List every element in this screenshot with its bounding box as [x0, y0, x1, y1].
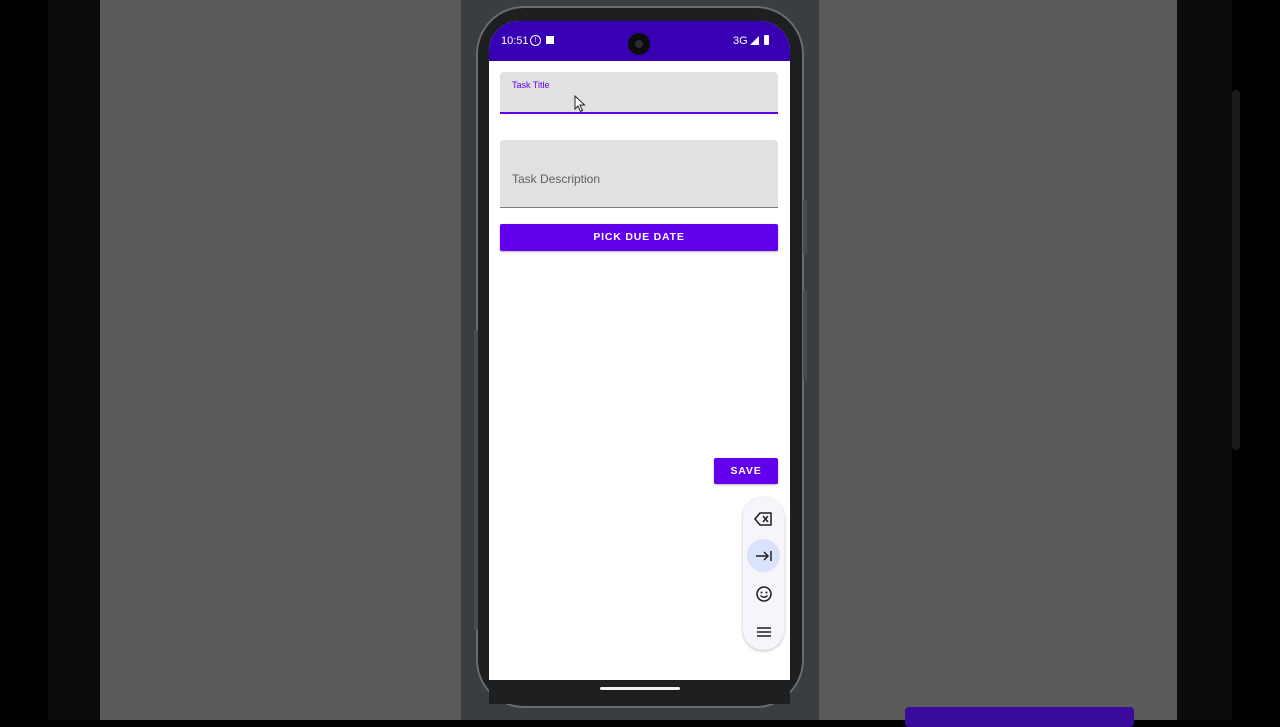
- background-left-strip: [48, 0, 100, 720]
- phone-left-edge: [474, 330, 478, 630]
- task-title-input[interactable]: Task Title: [500, 72, 778, 114]
- background-left-panel: [100, 0, 461, 720]
- save-button[interactable]: SAVE: [714, 458, 778, 484]
- task-description-placeholder: Task Description: [512, 172, 601, 186]
- background-right-strip: [1177, 0, 1232, 720]
- app-screen: 10:51 ! 3G Task Title Task Description P…: [489, 21, 790, 680]
- background-right-panel: [819, 0, 1177, 720]
- power-button: [803, 290, 807, 380]
- status-time: 10:51: [501, 35, 529, 47]
- status-bar: 10:51 ! 3G: [489, 21, 790, 61]
- pick-due-date-button[interactable]: PICK DUE DATE: [500, 224, 778, 251]
- background-scroll-strip: [1232, 90, 1240, 450]
- background-purple-bar: [905, 707, 1134, 727]
- navigation-bar: [489, 680, 790, 704]
- menu-icon[interactable]: [747, 615, 780, 648]
- camera-cutout: [628, 33, 650, 55]
- keyboard-floating-toolbar: [743, 497, 784, 650]
- volume-button: [803, 200, 807, 255]
- task-description-input[interactable]: Task Description: [500, 140, 778, 208]
- battery-icon: [764, 35, 769, 45]
- alert-icon: !: [530, 35, 541, 46]
- emoji-icon[interactable]: [747, 577, 780, 610]
- home-indicator[interactable]: [600, 687, 680, 690]
- mouse-cursor-icon: [574, 95, 586, 113]
- signal-icon: [750, 36, 759, 45]
- tab-icon[interactable]: [747, 539, 780, 572]
- network-type: 3G: [733, 35, 748, 47]
- task-title-label: Task Title: [512, 80, 550, 90]
- backspace-icon[interactable]: [747, 502, 780, 535]
- notification-icon: [546, 36, 554, 44]
